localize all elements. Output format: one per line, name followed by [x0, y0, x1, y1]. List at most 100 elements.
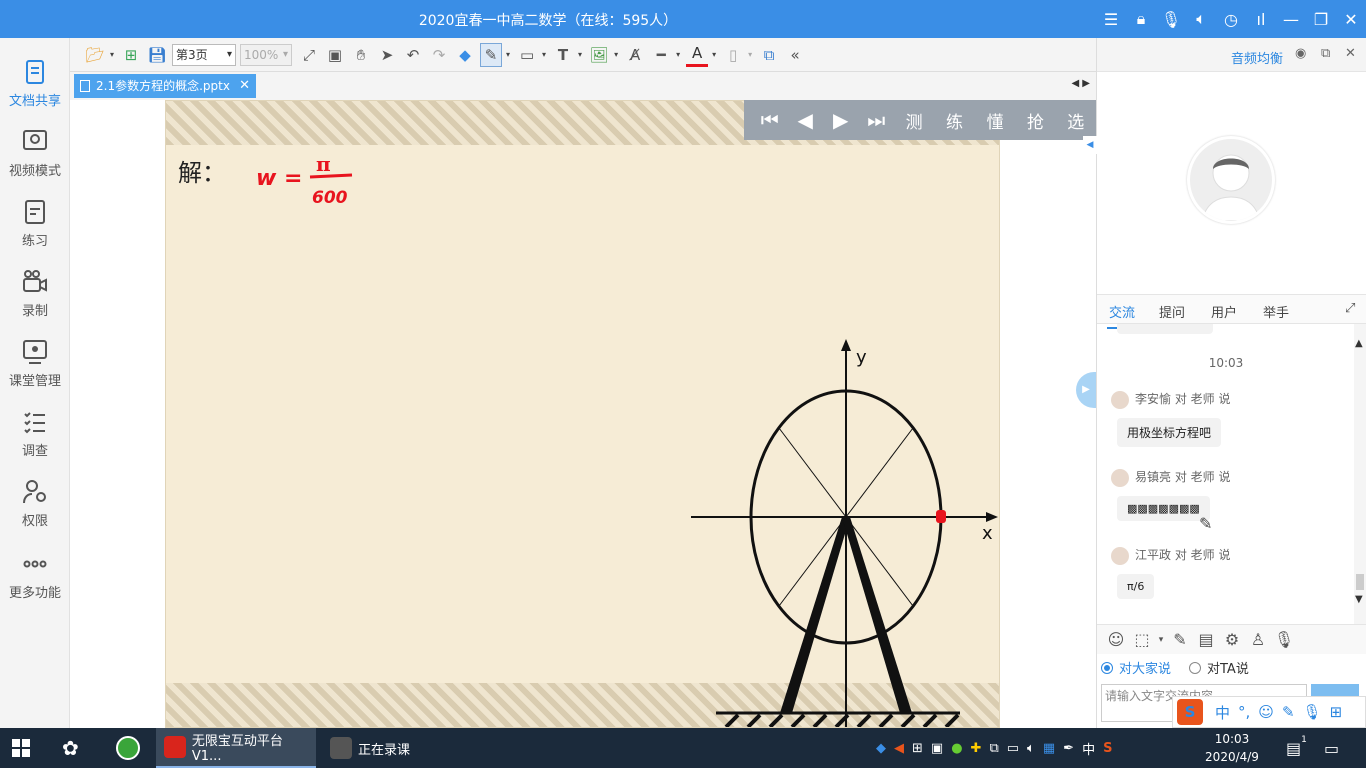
sidebar-item-survey[interactable]: 调查 [0, 408, 70, 459]
sogou-logo-icon[interactable]: S [1177, 699, 1203, 725]
line-width-icon[interactable]: ━ [650, 43, 672, 67]
chevron-down-icon[interactable]: ▾ [1155, 635, 1167, 645]
tab-raise-hand[interactable]: 举手 [1263, 302, 1289, 321]
close-tab-icon[interactable]: ✕ [239, 74, 250, 98]
chevron-down-icon[interactable]: ▾ [110, 50, 114, 59]
windows-start-icon[interactable] [12, 728, 30, 768]
sidebar-item-more[interactable]: 更多功能 [0, 550, 70, 601]
fit-page-icon[interactable]: ▣ [324, 43, 346, 67]
radio-to-all[interactable]: 对大家说 [1101, 658, 1171, 677]
microphone-icon[interactable]: 🎙︎ [1271, 630, 1297, 649]
voice-icon[interactable]: 🎙︎ [1303, 703, 1322, 721]
chevron-down-icon[interactable]: ▾ [506, 50, 510, 59]
first-slide-icon[interactable]: ⏮ [752, 108, 787, 132]
blank-page-icon[interactable]: ▯ [722, 43, 744, 67]
speaker-icon[interactable]: 🔈︎ [1027, 741, 1035, 756]
microphone-icon[interactable]: 🎙︎ [1156, 10, 1186, 29]
emoji-icon[interactable]: ☺ [1258, 703, 1274, 721]
sogou-tray-icon[interactable]: S [1103, 741, 1112, 756]
sidebar-item-record[interactable]: 录制 [0, 268, 70, 319]
nav-grab-button[interactable]: 抢 [1015, 108, 1055, 133]
close-panel-icon[interactable]: ✕ [1345, 46, 1356, 61]
tray-app-icon[interactable]: ◆ [876, 741, 886, 756]
page-select[interactable]: 第3页 [172, 43, 237, 66]
sidebar-item-permission[interactable]: 权限 [0, 478, 70, 529]
scrollbar-thumb[interactable] [1356, 574, 1364, 590]
collapse-video-icon[interactable]: ◀ [1083, 136, 1097, 154]
tab-users[interactable]: 用户 [1211, 302, 1237, 321]
maximize-icon[interactable]: ❐ [1306, 10, 1336, 29]
chevron-down-icon[interactable]: ▾ [614, 50, 618, 59]
tab-questions[interactable]: 提问 [1159, 302, 1185, 321]
screen-icon[interactable]: ⧉ [1321, 46, 1330, 61]
radio-to-ta[interactable]: 对TA说 [1189, 658, 1249, 677]
open-folder-icon[interactable]: 📂︎ [84, 43, 106, 67]
sidebar-item-document-share[interactable]: 文档共享 [0, 58, 70, 109]
expand-icon[interactable]: ⤢ [1345, 301, 1355, 316]
slide[interactable]: 解： w = π 600 x y [165, 100, 1000, 728]
speaker-icon[interactable]: 🔈︎ [1186, 9, 1216, 29]
tray-app-icon[interactable]: ▦ [1043, 741, 1055, 756]
pointer-icon[interactable]: ➤ [376, 43, 398, 67]
ime-lang-toggle[interactable]: 中 [1215, 702, 1230, 723]
scroll-up-icon[interactable]: ▲ [1355, 338, 1363, 349]
action-center-icon[interactable]: ▭ [1324, 728, 1339, 768]
sidebar-item-exercise[interactable]: 练习 [0, 198, 70, 249]
volume-mute-icon[interactable]: ◀ [894, 741, 904, 756]
camera-icon[interactable]: ◉ [1295, 46, 1306, 61]
browser-icon[interactable] [116, 728, 140, 768]
chat-scrollbar[interactable]: ▲ ▼ [1354, 324, 1366, 624]
clock[interactable]: 10:03 2020/4/9 [1200, 730, 1264, 766]
side-toggle-icon[interactable]: ▶ [1076, 372, 1096, 408]
handwriting-icon[interactable]: ✎ [1282, 703, 1295, 721]
edit-icon[interactable]: ✎ [1167, 630, 1193, 649]
nav-select-button[interactable]: 选 [1056, 108, 1096, 133]
chevron-down-icon[interactable]: ▾ [542, 50, 546, 59]
pen-icon[interactable]: ✎ [480, 42, 503, 67]
font-color-icon[interactable]: A [686, 43, 709, 67]
toolbox-icon[interactable]: ⊞ [1330, 703, 1343, 721]
zoom-select[interactable]: 100% [240, 43, 293, 66]
screenshot-icon[interactable]: ⬚ [1129, 630, 1155, 649]
chevron-down-icon[interactable]: ▾ [676, 50, 680, 59]
tray-app-icon[interactable]: ▣ [931, 741, 943, 756]
font-style-icon[interactable]: A̸ [624, 43, 646, 67]
tray-app-icon[interactable]: ● [951, 741, 962, 756]
network-icon[interactable]: ▭ [1007, 741, 1019, 756]
task-view-icon[interactable]: ✿ [62, 728, 79, 768]
sidebar-item-video-mode[interactable]: 视频模式 [0, 128, 70, 179]
tray-app-icon[interactable]: ⊞ [912, 741, 923, 756]
taskbar-app[interactable]: 正在录课 [322, 728, 472, 768]
chevron-down-icon[interactable]: ▾ [712, 50, 716, 59]
file-tab[interactable]: 2.1参数方程的概念.pptx ✕ [74, 74, 256, 98]
scroll-down-icon[interactable]: ▼ [1355, 594, 1363, 605]
audio-balance-link[interactable]: 音频均衡 [1231, 48, 1283, 67]
new-page-icon[interactable]: ⊞ [120, 43, 142, 67]
lock-icon[interactable]: 🔒︎ [1126, 9, 1156, 29]
emoji-icon[interactable]: ☺ [1103, 630, 1129, 649]
nav-practice-button[interactable]: 练 [934, 108, 974, 133]
close-icon[interactable]: ✕ [1336, 10, 1366, 29]
punctuation-icon[interactable]: °, [1238, 703, 1250, 721]
save-chat-icon[interactable]: ▤ [1193, 630, 1219, 649]
next-slide-icon[interactable]: ▶ [823, 108, 858, 132]
prev-slide-icon[interactable]: ◀ [787, 108, 822, 132]
sidebar-item-class-manage[interactable]: 课堂管理 [0, 338, 70, 389]
user-lock-icon[interactable]: ♙ [1245, 630, 1271, 649]
tab-scroll-icon[interactable]: ◀ ▶ [1071, 78, 1090, 89]
menu-icon[interactable]: ☰ [1096, 10, 1126, 29]
minimize-icon[interactable]: — [1276, 10, 1306, 29]
tray-app-icon[interactable]: ⧉ [989, 741, 998, 756]
text-icon[interactable]: T [552, 43, 574, 67]
fullscreen-icon[interactable]: ⤢ [298, 43, 320, 67]
redo-icon[interactable]: ↷ [428, 43, 450, 67]
chevron-down-icon[interactable]: ▾ [578, 50, 582, 59]
save-icon[interactable]: 💾︎ [146, 43, 168, 67]
last-slide-icon[interactable]: ⏭ [858, 108, 893, 132]
taskbar-app[interactable]: 无限宝互动平台 V1... [156, 728, 316, 768]
image-icon[interactable]: 🖼︎ [588, 43, 610, 67]
ime-lang[interactable]: 中 [1082, 739, 1095, 758]
collapse-icon[interactable]: « [784, 43, 806, 67]
tray-app-icon[interactable]: ✚ [971, 741, 982, 756]
tab-chat[interactable]: 交流 [1106, 302, 1138, 329]
